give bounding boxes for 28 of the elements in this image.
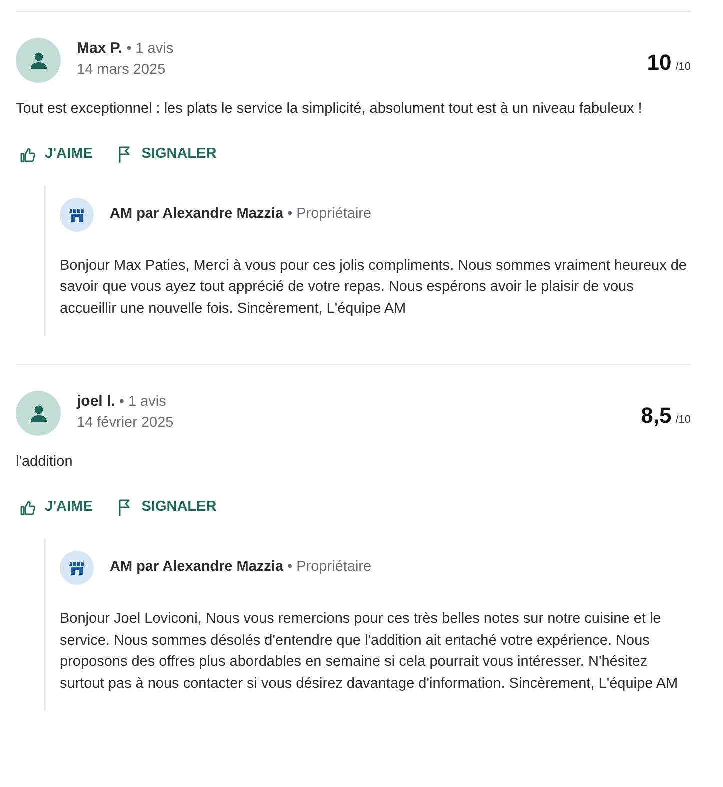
person-icon bbox=[28, 404, 48, 424]
reviewer-name: joel l. bbox=[77, 392, 116, 412]
review-text: Tout est exceptionnel : les plats le service la simplicité, absolument tout est à un niveau fabuleux ! bbox=[16, 100, 644, 119]
score-max: /10 bbox=[676, 60, 691, 75]
owner-name: AM par Alexandre Mazzia bbox=[110, 558, 284, 578]
review-date: 14 février 2025 bbox=[77, 414, 175, 433]
owner-role: • Propriétaire bbox=[288, 204, 372, 224]
like-button[interactable]: J'AIME bbox=[20, 144, 93, 166]
thumbs-up-icon bbox=[20, 500, 36, 516]
report-button[interactable]: SIGNALER bbox=[116, 497, 217, 519]
reply-text: Bonjour Joel Loviconi, Nous vous remercions pour ces très belles notes sur notre cuisine et le service. Nous sommes désolés d'entendre que l'addition ait entaché votre expérience. Nous proposons des offres plus abordables en semaine si cela pourrait vous intéresser. N'hésitez surtout pas à nous contacter si vous désirez davantage d'information. Sincèrement, L'équipe AM bbox=[60, 610, 680, 694]
review-count: • 1 avis bbox=[119, 393, 166, 412]
report-button[interactable]: SIGNALER bbox=[116, 144, 217, 166]
review-count: • 1 avis bbox=[126, 40, 174, 59]
score: 10 bbox=[647, 49, 672, 77]
owner-name: AM par Alexandre Mazzia bbox=[110, 204, 284, 224]
reviewer-name: Max P. bbox=[77, 39, 123, 59]
review-text: l'addition bbox=[16, 453, 74, 472]
score-max: /10 bbox=[676, 413, 691, 428]
storefront-icon bbox=[69, 206, 85, 223]
storefront-icon bbox=[69, 560, 85, 576]
reply-text: Bonjour Max Paties, Merci à vous pour ces jolis compliments. Nous sommes vraiment heureux de savoir que vous ayez tout apprécié de votre repas. Nous espérons avoir le plaisir de vous accueillir une nouvelle fois. Sincèrement, L'équipe AM bbox=[60, 256, 688, 319]
owner-role: • Propriétaire bbox=[288, 558, 372, 578]
score: 8,5 bbox=[641, 402, 672, 430]
review-date: 14 mars 2025 bbox=[77, 60, 167, 80]
like-button[interactable]: J'AIME bbox=[20, 497, 93, 519]
thumbs-up-icon bbox=[20, 146, 36, 163]
person-icon bbox=[28, 50, 48, 70]
